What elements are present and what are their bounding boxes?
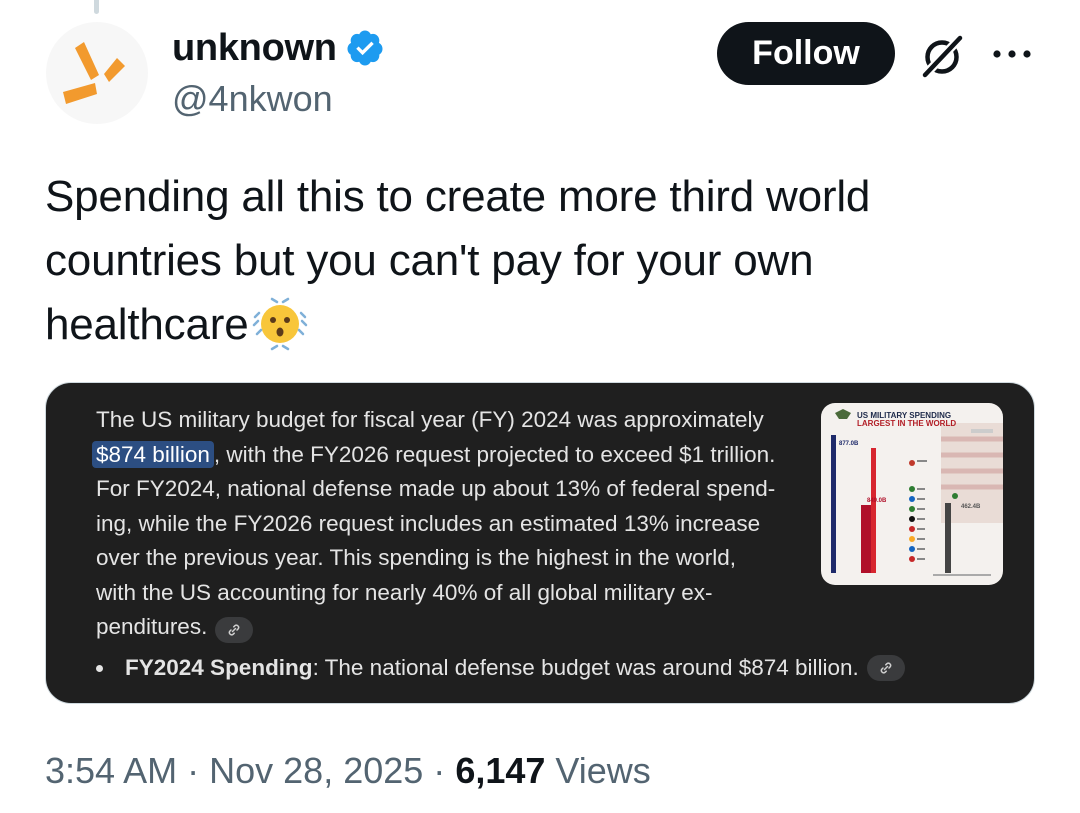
- card-text-fragment: , with the FY2026 request projected to e…: [213, 441, 776, 467]
- shaking-face-emoji-icon: [253, 297, 308, 351]
- tweet-text-word: healthcare: [45, 300, 249, 349]
- tweet-text: Spending all this to create more third w…: [45, 165, 1035, 357]
- tweet-time[interactable]: 3:54 AM: [45, 750, 177, 791]
- tweet-meta: 3:54 AM · Nov 28, 2025 · 6,147 Views: [45, 750, 651, 792]
- tweet-date[interactable]: Nov 28, 2025: [209, 750, 423, 791]
- meta-separator: ·: [187, 750, 200, 791]
- media-image-card[interactable]: The US military budget for fiscal year (…: [45, 382, 1035, 704]
- card-text-line: ing, while the FY2026 request includes a…: [96, 510, 761, 536]
- grok-icon[interactable]: [916, 30, 968, 82]
- infographic-label-right: 462.4B: [961, 504, 981, 510]
- tweet-text-line: Spending all this to create more third w…: [45, 172, 871, 221]
- card-text-line: For FY2024, national defense made up abo…: [96, 476, 776, 501]
- avatar[interactable]: [46, 22, 148, 124]
- link-icon: [228, 624, 240, 636]
- infographic-label-mid: 849.0B: [867, 498, 887, 504]
- card-text-line: The US military budget for fiscal year (…: [96, 407, 764, 432]
- meta-separator: ·: [433, 750, 446, 791]
- bullet-bold-label: FY2024 Spending: [125, 655, 313, 680]
- card-text-fragment: penditures.: [96, 614, 208, 639]
- views-count[interactable]: 6,147: [455, 750, 545, 791]
- infographic-thumbnail: US MILITARY SPENDING LARGEST IN THE WORL…: [821, 403, 1003, 585]
- more-icon[interactable]: [990, 36, 1034, 72]
- avatar-logo-icon: [63, 42, 125, 104]
- bullet-dot: [96, 664, 103, 672]
- bullet-text: : The national defense budget was around…: [312, 655, 859, 680]
- author-handle[interactable]: @4nkwon: [172, 78, 385, 120]
- card-paragraph: The US military budget for fiscal year (…: [92, 403, 816, 645]
- tweet-author: unknown @4nkwon: [172, 24, 385, 120]
- highlighted-amount: $874 billion: [92, 440, 214, 468]
- source-link-chip: [866, 655, 905, 681]
- link-icon: [880, 662, 892, 674]
- card-text-line: with the US accounting for nearly 40% of…: [96, 579, 713, 605]
- infographic-title: US MILITARY SPENDING LARGEST IN THE WORL…: [857, 412, 956, 428]
- follow-button[interactable]: Follow: [717, 22, 895, 85]
- card-text-line: penditures.: [96, 610, 816, 645]
- source-link-chip: [215, 617, 254, 643]
- infographic-title-line2: LARGEST IN THE WORLD: [857, 419, 957, 428]
- card-text-line: over the previous year. This spending is…: [96, 545, 736, 570]
- infographic-graphic: [831, 409, 1003, 576]
- infographic-label-left: 877.0B: [839, 441, 859, 447]
- verified-badge-icon[interactable]: [345, 28, 385, 68]
- author-display-name[interactable]: unknown: [172, 27, 337, 70]
- tweet-text-line: healthcare: [45, 293, 1035, 357]
- tweet-text-line: countries but you can't pay for your own: [45, 236, 814, 285]
- card-text-line: $874 billion, with the FY2026 request pr…: [92, 438, 816, 473]
- card-bullet-item: FY2024 Spending: The national defense bu…: [96, 655, 905, 681]
- thread-connector-line: [94, 0, 99, 14]
- author-name-row: unknown: [172, 24, 385, 72]
- views-label[interactable]: Views: [555, 750, 650, 791]
